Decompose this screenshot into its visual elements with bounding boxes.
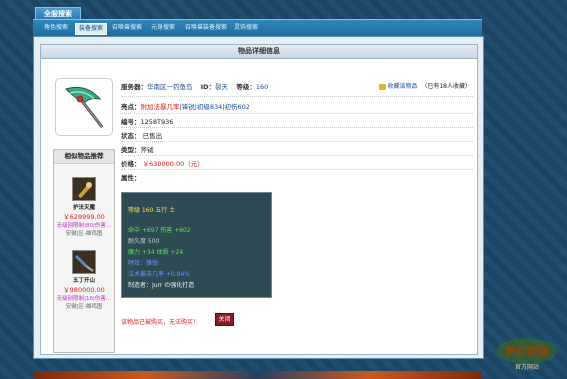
id-value: 裂天 [215, 83, 229, 91]
nav-accessory-search[interactable]: 灵饰搜索 [231, 23, 261, 33]
server-value: 华南区一钓鱼岛 [147, 83, 193, 91]
status-label: 状态： [121, 132, 141, 140]
nav-pet-equipment-search[interactable]: 召唤兽装备搜索 [182, 23, 230, 33]
code-label: 编号： [121, 118, 141, 126]
nav-bar: 角色搜索 装备搜索 召唤兽搜索 元身搜索 召唤兽装备搜索 灵饰搜索 [33, 19, 482, 37]
stat-line-durability: 耐久度 500 [128, 238, 160, 245]
item-image [55, 78, 113, 136]
status-row: 状态： 已售出 [121, 130, 162, 140]
stat-line-effect: 特效：锋锐 [128, 260, 159, 267]
similar-item-name[interactable]: 五丁开山 [54, 276, 114, 284]
stat-line-magic-con: 魔力 +34 体质 +24 [128, 249, 184, 256]
favorite-area: 收藏该物品 （已有18人收藏） [378, 81, 471, 90]
divider [121, 127, 473, 128]
attributes-label: 属性： [121, 174, 141, 182]
item-stats-tooltip: 等级 160 五行 土 命中 +697 伤害 +602 耐久度 500 魔力 +… [121, 192, 272, 298]
similar-item-name[interactable]: 护法灭魔 [54, 203, 114, 211]
favorite-count: （已有18人收藏） [421, 83, 471, 90]
similar-item[interactable]: 五丁开山 ￥980000.00 无级别限制|16|伤害… 安徽|区-雄鸡图 [54, 250, 114, 310]
code-row: 编号：1258T936 [121, 116, 173, 126]
price-label: 价格： [121, 160, 141, 168]
level-value: 160 [255, 83, 269, 91]
status-value: 已售出 [142, 132, 163, 140]
similar-item-server: 安徽|区-雄鸡图 [65, 231, 103, 237]
similar-item[interactable]: 护法灭魔 ￥629999.00 无级别限制|80|伤害… 安徽|区-雄鸡图 [54, 177, 114, 237]
highlight-value: 附加法暴几率 [140, 103, 180, 111]
nav-role-search[interactable]: 角色搜索 [41, 23, 71, 33]
favorite-icon[interactable] [378, 83, 386, 90]
code-value: 1258T936 [140, 118, 174, 126]
similar-item-server: 安徽|区-雄鸡图 [65, 304, 103, 310]
similar-item-price: ￥629999.00 [63, 213, 105, 221]
nav-pet-search[interactable]: 召唤兽搜索 [109, 23, 145, 33]
similar-items-heading: 相似物品推荐 [54, 150, 114, 164]
item-thumbnail-icon [72, 250, 96, 274]
logo-text: 梦幻西游 [505, 344, 549, 358]
axe-icon [65, 86, 104, 128]
footer-banner [33, 371, 482, 379]
similar-items-panel: 相似物品推荐 护法灭魔 ￥629999.00 无级别限制|80|伤害… 安徽|区… [53, 149, 115, 353]
nav-body-search[interactable]: 元身搜索 [148, 23, 178, 33]
level-label: 等级： [236, 83, 256, 91]
logo-subtext: 官方网站 [515, 363, 539, 371]
server-label: 服务器： [121, 83, 147, 91]
similar-item-tags: 无级别限制|16|伤害… [56, 296, 112, 302]
highlight-row: 亮点：附加法暴几率|锋锐|初级834|初伤602 [121, 101, 250, 111]
main-panel: 物品详细信息 相似物品推荐 护法灭魔 ￥629999.00 无级别限制|80|伤… [33, 36, 484, 359]
highlight-label: 亮点： [121, 103, 141, 111]
item-thumbnail-icon [72, 177, 96, 201]
item-detail-card: 物品详细信息 相似物品推荐 护法灭魔 ￥629999.00 无级别限制|80|伤… [40, 44, 478, 355]
attributes-row: 属性： [121, 172, 141, 182]
price-row: 价格： ￥630000.00（元） [121, 158, 204, 168]
divider [121, 113, 473, 114]
divider [121, 155, 473, 156]
stat-line-maker: 制造者：Jurr の强化打造 [128, 282, 195, 289]
type-row: 类型：斧钺 [121, 144, 154, 154]
type-value: 斧钺 [140, 146, 154, 154]
divider [121, 96, 473, 97]
price-value: ￥630000.00（元） [142, 160, 204, 168]
nav-equipment-search[interactable]: 装备搜索 [75, 23, 108, 35]
page-title: 物品详细信息 [41, 45, 477, 59]
favorite-link[interactable]: 收藏该物品 [388, 83, 418, 90]
stat-line-hit-damage: 命中 +697 伤害 +602 [128, 227, 191, 234]
close-button[interactable]: 关闭 [215, 313, 234, 326]
highlight-tags: |锋锐|初级834|初伤602 [179, 103, 250, 111]
id-label: ID： [200, 83, 216, 91]
similar-item-price: ￥980000.00 [63, 286, 105, 294]
divider [121, 169, 473, 170]
game-logo: 梦幻西游 官方网站 [495, 335, 559, 375]
server-row: 服务器：华南区一钓鱼岛 ID：裂天 等级：160 [121, 81, 268, 91]
similar-item-tags: 无级别限制|80|伤害… [56, 223, 112, 229]
sold-notice: 该物品已被购买，无法购买！ [121, 319, 200, 326]
stat-line-crit: 法术暴击几率 +0.94% [128, 271, 190, 278]
type-label: 类型： [121, 146, 141, 154]
divider [121, 141, 473, 142]
stat-line-level: 等级 160 五行 土 [128, 207, 176, 214]
